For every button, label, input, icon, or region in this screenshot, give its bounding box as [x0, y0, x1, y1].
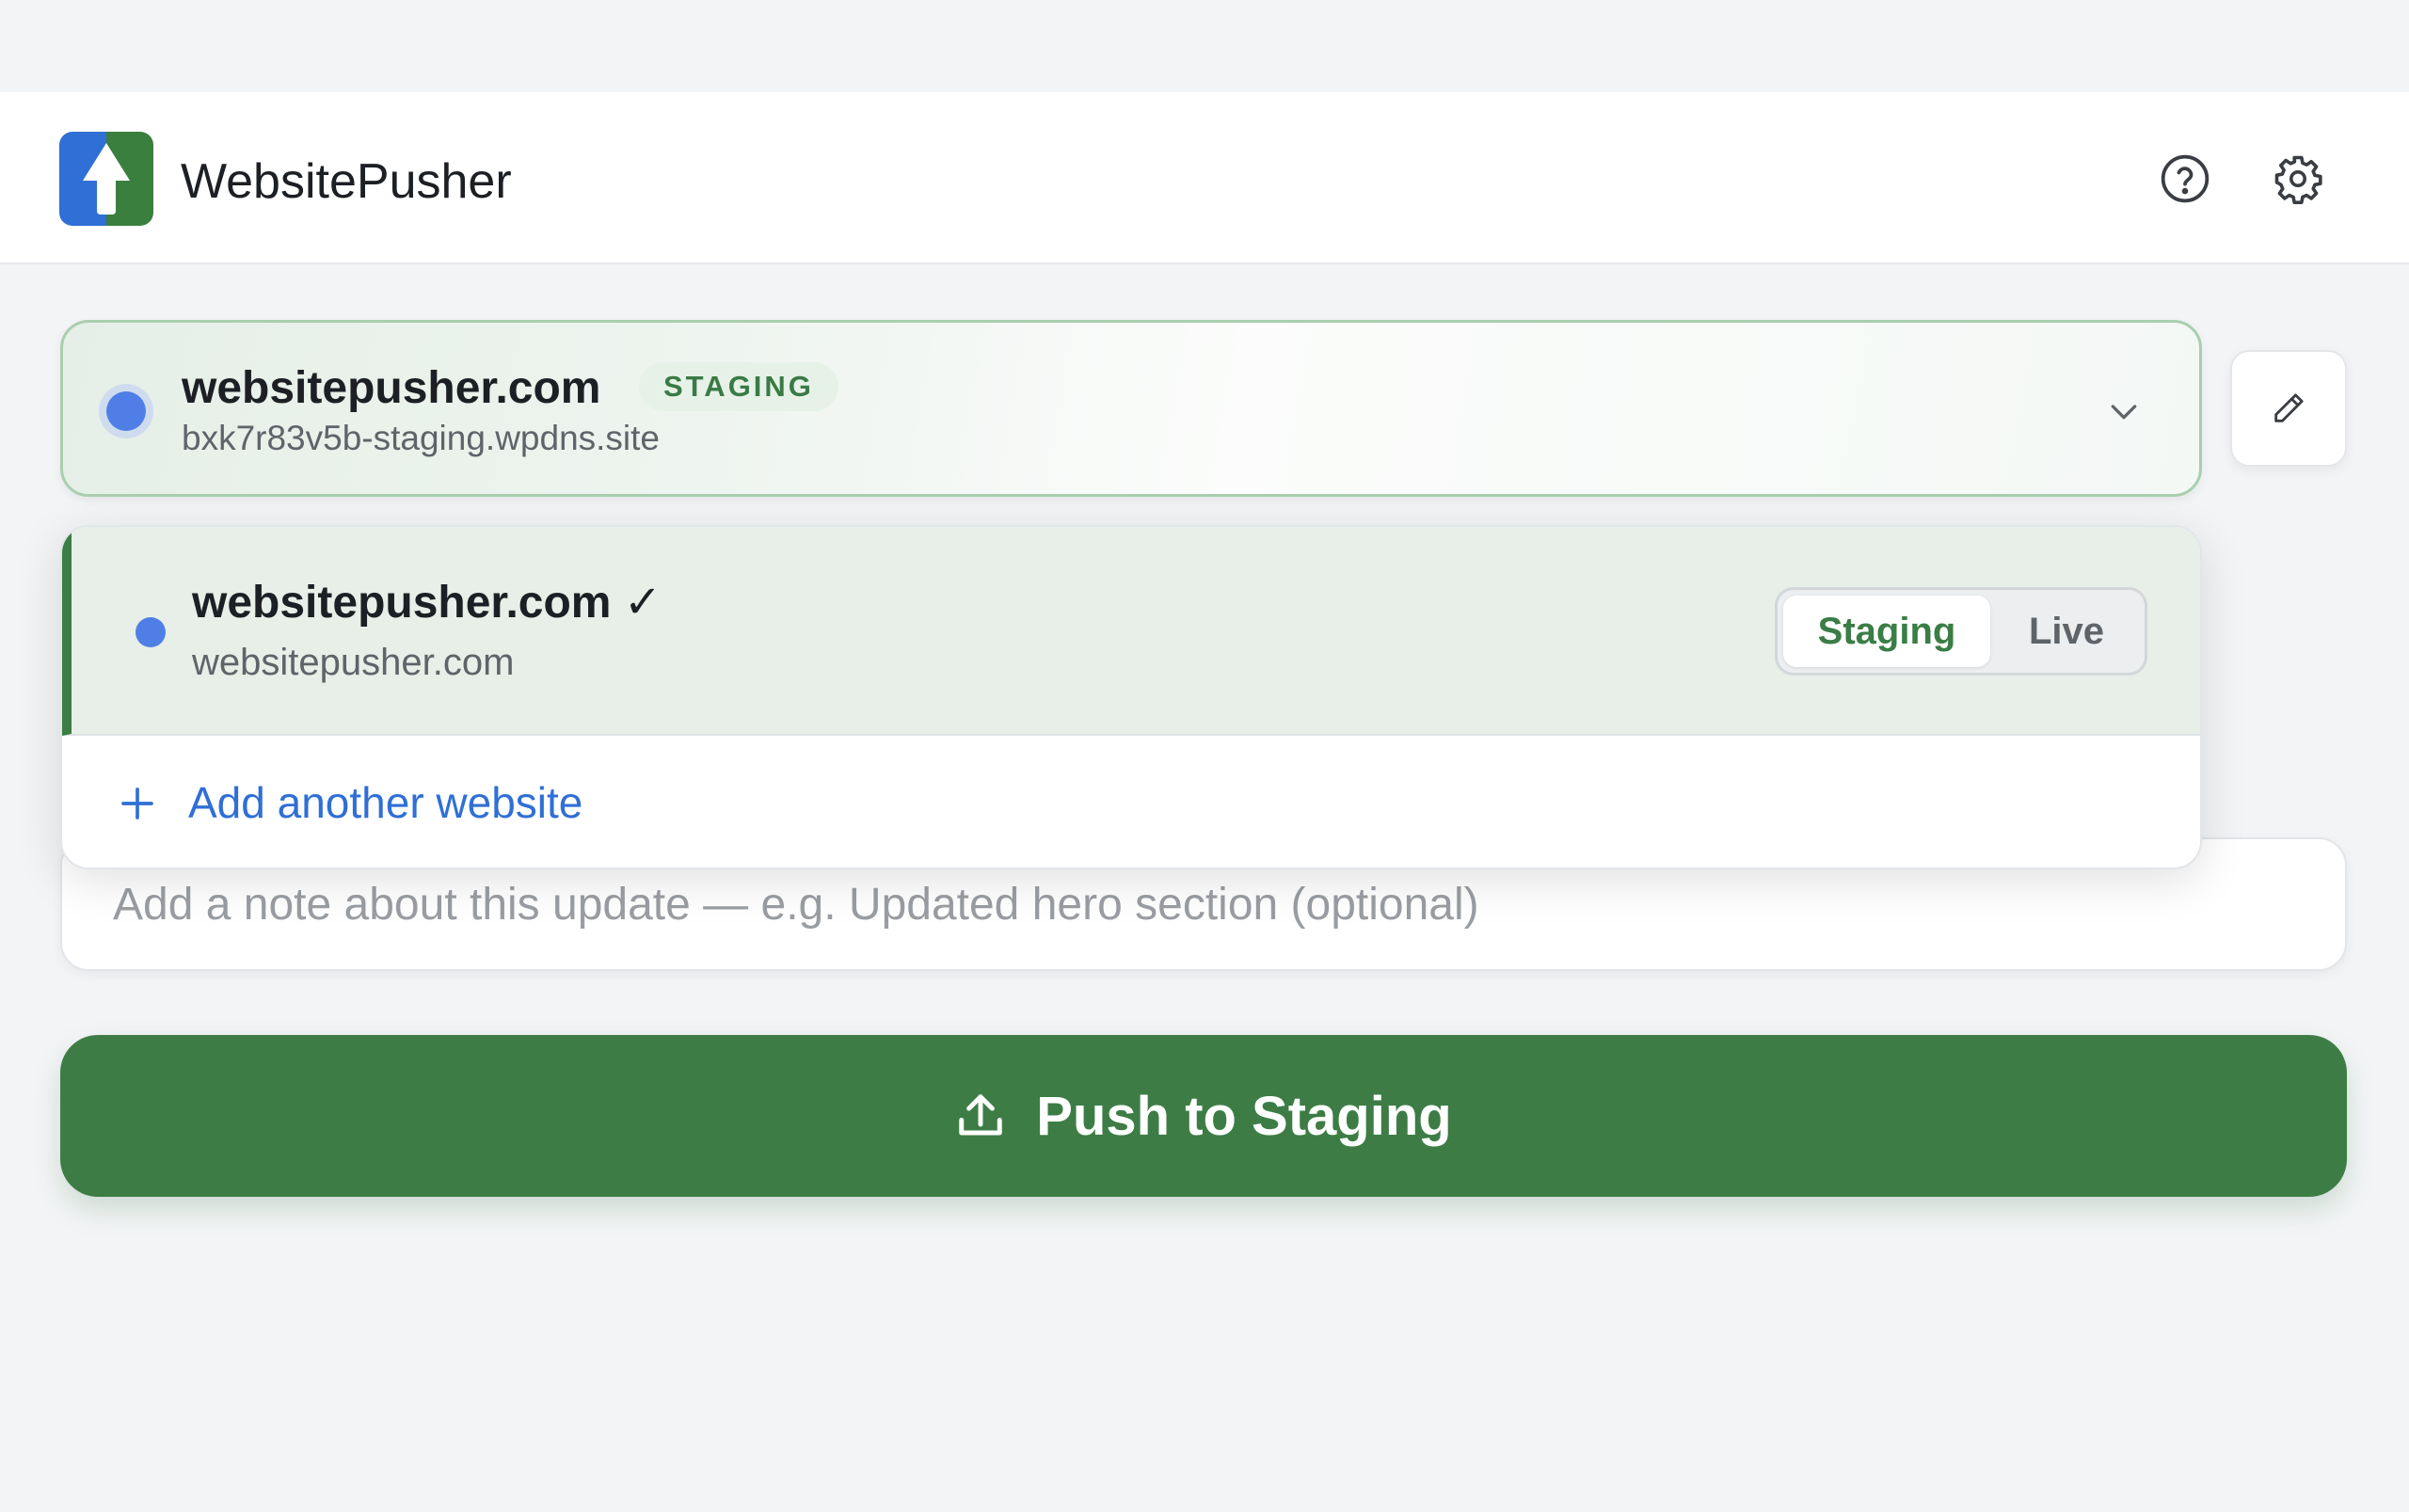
site-item-url: websitepusher.com — [192, 642, 515, 683]
environment-option-live[interactable]: Live — [1992, 596, 2141, 667]
site-status-dot — [136, 617, 166, 647]
environment-toggle: Staging Live — [1775, 587, 2147, 676]
settings-button[interactable] — [2268, 149, 2328, 209]
add-website-button[interactable]: Add another website — [62, 738, 2200, 867]
environment-badge: STAGING — [639, 362, 838, 411]
plus-icon — [121, 788, 153, 820]
pencil-icon — [2274, 393, 2304, 422]
environment-option-staging[interactable]: Staging — [1783, 596, 1990, 667]
gear-icon — [2274, 155, 2322, 204]
site-selector[interactable]: websitepusher.com STAGING bxk7r83v5b-sta… — [60, 320, 2202, 497]
app-title: WebsitePusher — [181, 154, 512, 209]
help-button[interactable] — [2155, 149, 2215, 209]
question-circle-icon — [2161, 154, 2210, 203]
note-placeholder: Add a note about this update — e.g. Upda… — [113, 880, 1479, 930]
site-dropdown: websitepusher.com ✓ websitepusher.com St… — [60, 525, 2202, 869]
add-website-label: Add another website — [188, 778, 583, 827]
selected-site-url: bxk7r83v5b-staging.wpdns.site — [182, 419, 661, 457]
app-header: WebsitePusher — [0, 92, 2409, 264]
upload-icon — [959, 1094, 1003, 1136]
site-status-dot — [106, 391, 146, 431]
site-list-item[interactable]: websitepusher.com ✓ websitepusher.com St… — [62, 527, 2200, 736]
site-item-name: websitepusher.com ✓ — [192, 578, 662, 628]
app-logo — [59, 132, 153, 226]
selected-site-name: websitepusher.com — [182, 363, 601, 413]
push-button[interactable]: Push to Staging — [60, 1035, 2347, 1197]
edit-site-button[interactable] — [2230, 350, 2347, 467]
push-button-label: Push to Staging — [1036, 1085, 1452, 1147]
chevron-down-icon — [2111, 405, 2137, 420]
